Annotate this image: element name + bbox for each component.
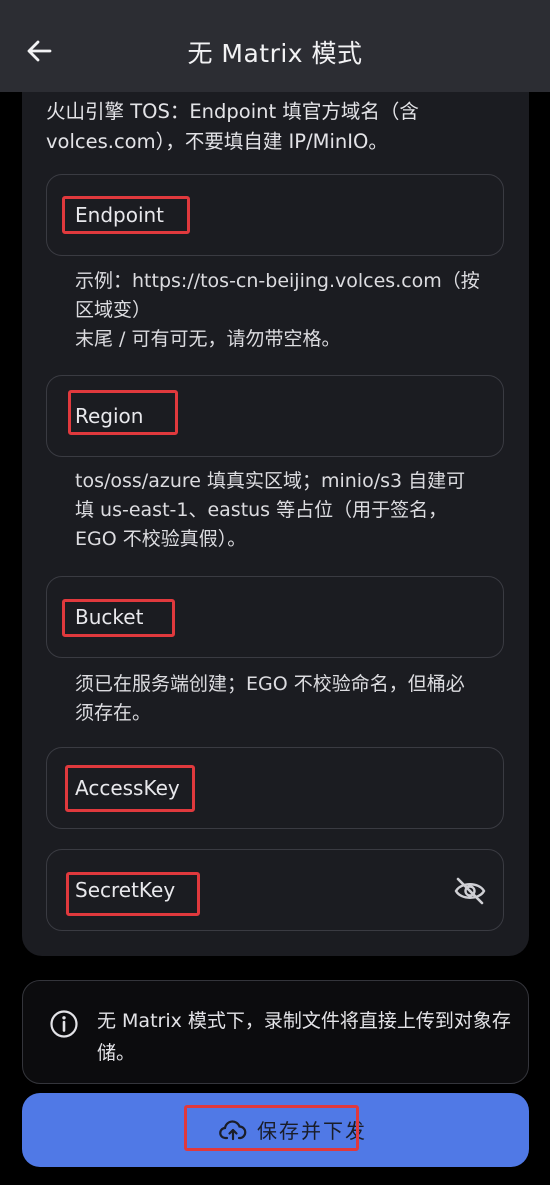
region-highlight-box — [68, 390, 178, 435]
notice-text: 无 Matrix 模式下，录制文件将直接上传到对象存储。 — [97, 1010, 511, 1064]
page-title: 无 Matrix 模式 — [187, 39, 363, 68]
access-key-highlight-box — [65, 765, 195, 812]
region-helper: tos/oss/azure 填真实区域；minio/s3 自建可填 us-eas… — [75, 470, 466, 550]
secret-key-highlight-box — [66, 872, 200, 916]
endpoint-helper-line2: 末尾 / 可有可无，请勿带空格。 — [75, 328, 341, 350]
bucket-helper: 须已在服务端创建；EGO 不校验命名，但桶必须存在。 — [75, 673, 465, 724]
bucket-highlight-box — [62, 599, 175, 637]
app-bar: 无 Matrix 模式 — [0, 0, 550, 92]
endpoint-helper-line1: 示例：https://tos-cn-beijing.volces.com（按区域… — [75, 270, 480, 321]
intro-text: 火山引擎 TOS：Endpoint 填官方域名（含 volces.com），不要… — [46, 100, 419, 153]
endpoint-highlight-box — [62, 196, 190, 234]
info-notice: 无 Matrix 模式下，录制文件将直接上传到对象存储。 — [22, 980, 529, 1084]
endpoint-helper: 示例：https://tos-cn-beijing.volces.com（按区域… — [75, 267, 480, 354]
save-button-highlight-box — [184, 1105, 359, 1151]
info-icon — [50, 1010, 78, 1038]
eye-off-icon[interactable] — [453, 876, 487, 906]
